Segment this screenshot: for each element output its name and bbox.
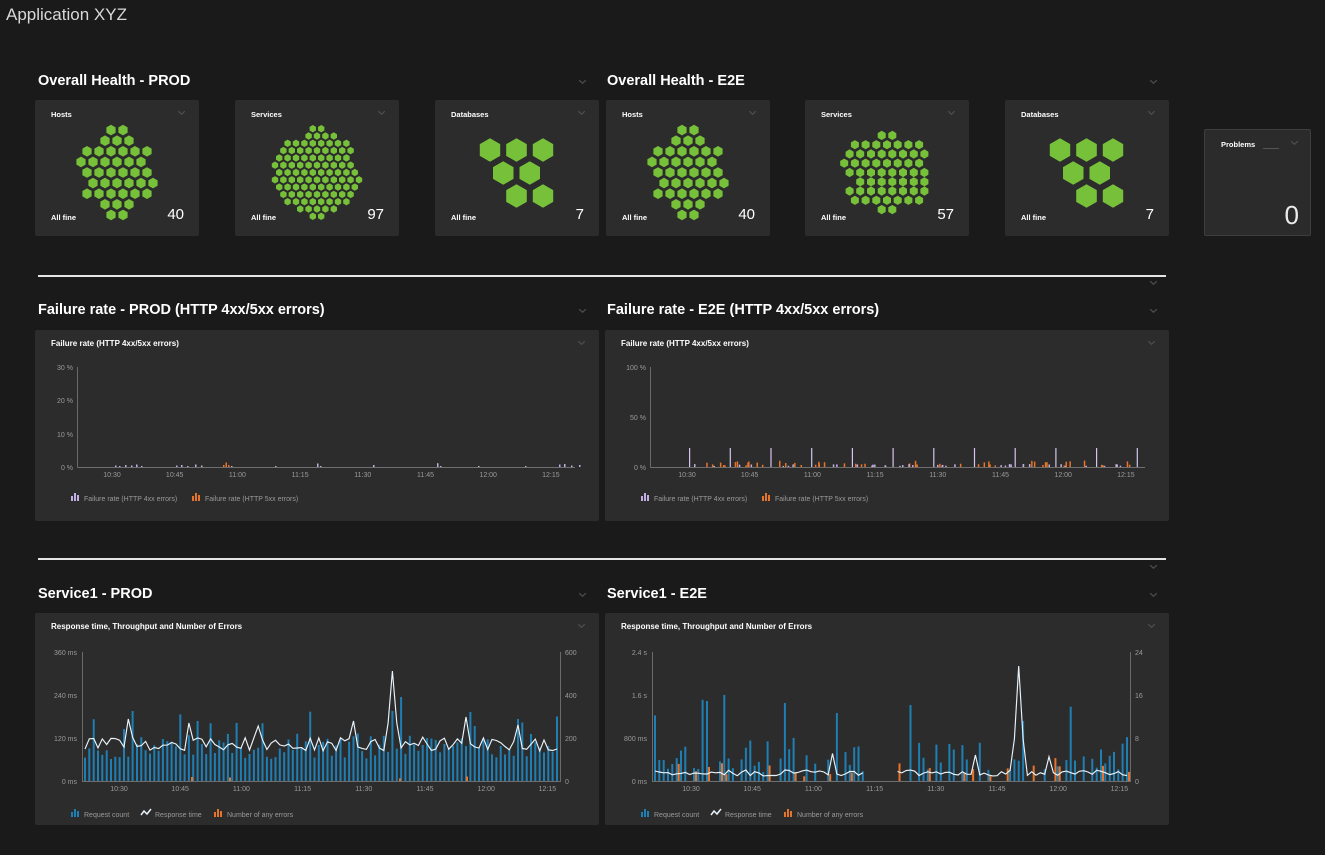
svg-text:Response time: Response time xyxy=(155,812,202,819)
svg-text:11:00: 11:00 xyxy=(805,786,822,793)
svg-text:Request count: Request count xyxy=(654,812,699,819)
svg-text:Response time: Response time xyxy=(725,812,772,819)
svg-text:2.4 s: 2.4 s xyxy=(632,650,648,657)
svg-text:11:45: 11:45 xyxy=(417,472,434,479)
svg-text:Failure rate (HTTP 5xx errors): Failure rate (HTTP 5xx errors) xyxy=(205,496,298,503)
svg-text:12:00: 12:00 xyxy=(477,786,495,793)
svg-text:11:00: 11:00 xyxy=(804,472,821,479)
svg-text:10 %: 10 % xyxy=(57,432,73,439)
svg-text:0 %: 0 % xyxy=(61,465,73,472)
svg-text:24: 24 xyxy=(1135,650,1143,657)
svg-text:0: 0 xyxy=(565,779,569,786)
svg-text:120 ms: 120 ms xyxy=(54,736,77,743)
svg-text:12:15: 12:15 xyxy=(539,786,557,793)
svg-text:11:30: 11:30 xyxy=(929,472,946,479)
svg-text:8: 8 xyxy=(1135,736,1139,743)
svg-text:11:45: 11:45 xyxy=(989,786,1006,793)
svg-text:12:15: 12:15 xyxy=(1117,472,1135,479)
svg-text:600: 600 xyxy=(565,650,577,657)
svg-text:11:15: 11:15 xyxy=(292,472,309,479)
svg-text:Number of any errors: Number of any errors xyxy=(227,812,294,819)
svg-text:Failure rate (HTTP 5xx errors): Failure rate (HTTP 5xx errors) xyxy=(775,496,868,503)
svg-text:12:00: 12:00 xyxy=(1049,786,1067,793)
svg-text:30 %: 30 % xyxy=(57,365,73,372)
svg-text:0 ms: 0 ms xyxy=(632,779,648,786)
svg-text:12:15: 12:15 xyxy=(542,472,560,479)
svg-text:Number of any errors: Number of any errors xyxy=(797,812,864,819)
svg-text:800 ms: 800 ms xyxy=(624,736,647,743)
svg-text:11:00: 11:00 xyxy=(233,786,250,793)
svg-text:12:00: 12:00 xyxy=(479,472,497,479)
svg-text:10:45: 10:45 xyxy=(741,472,759,479)
svg-text:240 ms: 240 ms xyxy=(54,693,77,700)
svg-text:11:30: 11:30 xyxy=(354,472,371,479)
svg-text:11:45: 11:45 xyxy=(992,472,1009,479)
svg-text:20 %: 20 % xyxy=(57,398,73,405)
svg-text:12:00: 12:00 xyxy=(1054,472,1072,479)
svg-text:200: 200 xyxy=(565,736,577,743)
svg-text:50 %: 50 % xyxy=(630,415,646,422)
svg-text:360 ms: 360 ms xyxy=(54,650,77,657)
svg-text:12:15: 12:15 xyxy=(1111,786,1129,793)
svg-text:Failure rate (HTTP 4xx errors): Failure rate (HTTP 4xx errors) xyxy=(654,496,747,503)
svg-text:11:30: 11:30 xyxy=(355,786,372,793)
svg-text:11:15: 11:15 xyxy=(867,472,884,479)
svg-text:10:30: 10:30 xyxy=(110,786,128,793)
svg-text:1.6 s: 1.6 s xyxy=(632,693,648,700)
svg-text:10:45: 10:45 xyxy=(743,786,761,793)
svg-text:11:00: 11:00 xyxy=(229,472,246,479)
svg-text:16: 16 xyxy=(1135,693,1143,700)
svg-text:11:30: 11:30 xyxy=(927,786,944,793)
svg-text:10:30: 10:30 xyxy=(678,472,696,479)
svg-text:10:45: 10:45 xyxy=(166,472,184,479)
svg-text:400: 400 xyxy=(565,693,577,700)
svg-text:11:15: 11:15 xyxy=(866,786,883,793)
svg-text:Failure rate (HTTP 4xx errors): Failure rate (HTTP 4xx errors) xyxy=(84,496,177,503)
svg-text:0 %: 0 % xyxy=(634,465,646,472)
svg-text:11:15: 11:15 xyxy=(294,786,311,793)
svg-text:0 ms: 0 ms xyxy=(62,779,78,786)
svg-text:10:30: 10:30 xyxy=(682,786,700,793)
svg-text:11:45: 11:45 xyxy=(417,786,434,793)
svg-text:10:45: 10:45 xyxy=(171,786,189,793)
svg-text:10:30: 10:30 xyxy=(103,472,121,479)
svg-text:Request count: Request count xyxy=(84,812,129,819)
svg-text:0: 0 xyxy=(1135,779,1139,786)
svg-text:100 %: 100 % xyxy=(626,365,646,372)
